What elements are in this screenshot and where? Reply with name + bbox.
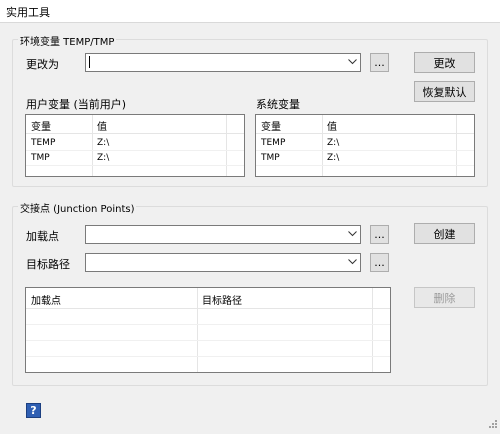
system-vars-header [256, 115, 474, 134]
user-vars-col-variable[interactable]: 变量 [31, 118, 51, 133]
row-divider [26, 165, 244, 166]
column-divider [456, 115, 457, 176]
change-to-label: 更改为 [26, 58, 59, 71]
chevron-down-icon[interactable] [344, 226, 360, 242]
change-button[interactable]: 更改 [414, 52, 475, 73]
table-cell[interactable]: Z:\ [327, 138, 339, 148]
text-cursor [89, 56, 90, 68]
row-divider [26, 324, 390, 325]
title-bar: 实用工具 [0, 0, 500, 23]
chevron-down-icon[interactable] [344, 54, 360, 70]
row-divider [26, 150, 244, 151]
system-vars-table[interactable]: 变量 值 TEMP Z:\ TMP Z:\ [255, 114, 475, 177]
target-path-combobox[interactable] [85, 253, 361, 272]
column-divider [372, 288, 373, 372]
env-vars-group-legend: 环境变量 TEMP/TMP [18, 33, 117, 48]
row-divider [256, 165, 474, 166]
table-row[interactable]: TMP [31, 153, 50, 163]
system-vars-col-value[interactable]: 值 [327, 118, 337, 133]
chevron-down-icon[interactable] [344, 254, 360, 270]
window-title: 实用工具 [6, 6, 50, 19]
column-divider [322, 115, 323, 176]
system-vars-title: 系统变量 [256, 98, 300, 111]
target-browse-button[interactable]: ... [370, 253, 389, 272]
system-vars-col-variable[interactable]: 变量 [261, 118, 281, 133]
column-divider [92, 115, 93, 176]
column-divider [226, 115, 227, 176]
row-divider [26, 340, 390, 341]
env-browse-button[interactable]: ... [370, 53, 389, 72]
target-path-label: 目标路径 [26, 258, 70, 271]
table-row[interactable]: TEMP [261, 138, 285, 148]
junction-list[interactable]: 加载点 目标路径 [25, 287, 391, 373]
mount-point-label: 加载点 [26, 230, 59, 243]
table-cell[interactable]: Z:\ [97, 153, 109, 163]
junction-group-legend: 交接点 (Junction Points) [18, 200, 137, 215]
delete-button[interactable]: 删除 [414, 287, 475, 308]
help-icon[interactable]: ? [26, 403, 41, 418]
junction-col-target-path[interactable]: 目标路径 [202, 292, 242, 307]
table-row[interactable]: TEMP [31, 138, 55, 148]
mount-browse-button[interactable]: ... [370, 225, 389, 244]
row-divider [256, 150, 474, 151]
user-vars-table[interactable]: 变量 值 TEMP Z:\ TMP Z:\ [25, 114, 245, 177]
mount-point-combobox[interactable] [85, 225, 361, 244]
resize-grip-icon[interactable] [488, 419, 498, 432]
restore-default-button[interactable]: 恢复默认 [414, 81, 475, 102]
table-row[interactable]: TMP [261, 153, 280, 163]
junction-col-mount-point[interactable]: 加载点 [31, 292, 61, 307]
column-divider [197, 288, 198, 372]
user-vars-col-value[interactable]: 值 [97, 118, 107, 133]
user-vars-title: 用户变量 (当前用户) [26, 98, 127, 111]
create-button[interactable]: 创建 [414, 223, 475, 244]
user-vars-header [26, 115, 244, 134]
table-cell[interactable]: Z:\ [97, 138, 109, 148]
row-divider [26, 356, 390, 357]
table-cell[interactable]: Z:\ [327, 153, 339, 163]
change-to-combobox[interactable] [85, 53, 361, 72]
